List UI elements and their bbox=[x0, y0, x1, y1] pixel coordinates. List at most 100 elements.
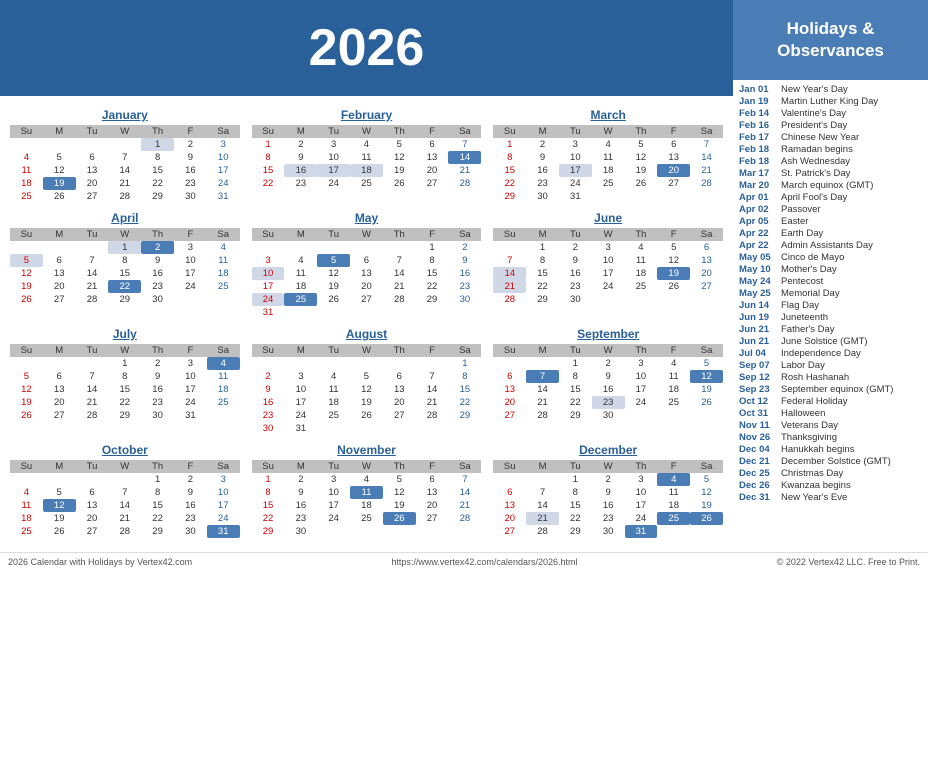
calendar-day: 26 bbox=[625, 177, 658, 190]
holiday-date: May 10 bbox=[739, 264, 777, 275]
calendar-day: 2 bbox=[174, 473, 207, 486]
calendar-day: 8 bbox=[559, 370, 592, 383]
calendar-day: 3 bbox=[207, 473, 240, 486]
calendar-day: 6 bbox=[383, 370, 416, 383]
month-title: June bbox=[493, 211, 723, 225]
calendar-day: 10 bbox=[317, 151, 350, 164]
month-block-december: DecemberSuMTuWThFSa123456789101112131415… bbox=[487, 439, 729, 542]
calendar-day: 20 bbox=[416, 499, 449, 512]
holiday-date: Mar 20 bbox=[739, 180, 777, 191]
calendar-day: 15 bbox=[526, 267, 559, 280]
calendar-day: 9 bbox=[592, 486, 625, 499]
calendar-day: 11 bbox=[350, 151, 383, 164]
calendar-day: 1 bbox=[141, 473, 174, 486]
holiday-date: Sep 12 bbox=[739, 372, 777, 383]
calendar-day: 13 bbox=[416, 151, 449, 164]
calendar-day: 14 bbox=[448, 486, 481, 499]
calendar-day: 22 bbox=[559, 396, 592, 409]
calendar-day: 24 bbox=[207, 177, 240, 190]
calendar-day: 16 bbox=[252, 396, 285, 409]
calendar-day: 25 bbox=[625, 280, 658, 293]
holiday-name: Martin Luther King Day bbox=[781, 96, 878, 107]
calendar-day: 21 bbox=[108, 177, 141, 190]
calendar-day: 13 bbox=[690, 254, 723, 267]
holiday-name: Ash Wednesday bbox=[781, 156, 850, 167]
calendar-day: 4 bbox=[350, 138, 383, 151]
calendar-day: 18 bbox=[657, 499, 690, 512]
calendar-day: 8 bbox=[416, 254, 449, 267]
calendar-day: 15 bbox=[416, 267, 449, 280]
calendar-day: 24 bbox=[284, 409, 317, 422]
holiday-date: Sep 07 bbox=[739, 360, 777, 371]
calendar-day: 26 bbox=[383, 512, 416, 525]
calendar-day: 25 bbox=[350, 177, 383, 190]
calendar-day: 8 bbox=[526, 254, 559, 267]
calendar-day: 25 bbox=[657, 396, 690, 409]
calendar-day: 15 bbox=[559, 499, 592, 512]
calendar-day: 1 bbox=[526, 241, 559, 254]
calendar-day: 24 bbox=[592, 280, 625, 293]
holiday-date: Feb 14 bbox=[739, 108, 777, 119]
calendar-day: 23 bbox=[559, 280, 592, 293]
holiday-entry: Oct 12Federal Holiday bbox=[739, 396, 922, 407]
right-column: Holidays &Observances Jan 01New Year's D… bbox=[733, 0, 928, 550]
calendar-day: 10 bbox=[559, 151, 592, 164]
calendar-day: 19 bbox=[690, 383, 723, 396]
calendar-day: 3 bbox=[174, 357, 207, 370]
calendar-day: 19 bbox=[690, 499, 723, 512]
calendar-day: 14 bbox=[76, 383, 109, 396]
calendar-day: 15 bbox=[252, 499, 285, 512]
month-title: April bbox=[10, 211, 240, 225]
calendar-day: 27 bbox=[383, 409, 416, 422]
calendar-day: 26 bbox=[10, 409, 43, 422]
calendar-day: 13 bbox=[350, 267, 383, 280]
calendar-day: 25 bbox=[350, 512, 383, 525]
calendar-section: 2026 JanuarySuMTuWThFSa12345678910111213… bbox=[0, 0, 733, 550]
month-block-october: OctoberSuMTuWThFSa1234567891011121314151… bbox=[4, 439, 246, 542]
holiday-date: Feb 18 bbox=[739, 156, 777, 167]
holiday-entry: Dec 21December Solstice (GMT) bbox=[739, 456, 922, 467]
holiday-name: Chinese New Year bbox=[781, 132, 859, 143]
calendar-day: 12 bbox=[625, 151, 658, 164]
month-block-july: JulySuMTuWThFSa1234567891011121314151617… bbox=[4, 323, 246, 439]
calendar-table: SuMTuWThFSa12345678910111213141516171819… bbox=[493, 344, 723, 422]
calendar-day: 11 bbox=[10, 499, 43, 512]
top-section: 2026 JanuarySuMTuWThFSa12345678910111213… bbox=[0, 0, 928, 550]
calendar-day: 8 bbox=[141, 486, 174, 499]
holiday-name: Veterans Day bbox=[781, 420, 838, 431]
calendar-day: 22 bbox=[252, 512, 285, 525]
calendar-day: 16 bbox=[284, 499, 317, 512]
holiday-name: St. Patrick's Day bbox=[781, 168, 850, 179]
calendar-day: 19 bbox=[10, 396, 43, 409]
holiday-entry: Feb 16President's Day bbox=[739, 120, 922, 131]
holiday-name: Thanksgiving bbox=[781, 432, 837, 443]
holiday-date: Apr 02 bbox=[739, 204, 777, 215]
calendar-day: 5 bbox=[383, 138, 416, 151]
holiday-date: Feb 18 bbox=[739, 144, 777, 155]
calendar-day: 10 bbox=[174, 370, 207, 383]
calendar-day: 3 bbox=[559, 138, 592, 151]
calendar-day: 27 bbox=[350, 293, 383, 306]
calendar-day: 30 bbox=[526, 190, 559, 203]
calendar-day: 22 bbox=[252, 177, 285, 190]
calendar-day: 17 bbox=[252, 280, 285, 293]
calendar-day: 22 bbox=[141, 512, 174, 525]
calendar-day: 2 bbox=[592, 357, 625, 370]
calendar-day: 5 bbox=[690, 473, 723, 486]
calendar-day: 2 bbox=[559, 241, 592, 254]
calendar-table: SuMTuWThFSa12345678910111213141516171819… bbox=[493, 125, 723, 203]
holiday-entry: Apr 22Earth Day bbox=[739, 228, 922, 239]
calendar-day: 4 bbox=[657, 357, 690, 370]
holiday-name: Rosh Hashanah bbox=[781, 372, 849, 383]
holiday-name: Easter bbox=[781, 216, 808, 227]
calendar-day: 28 bbox=[690, 177, 723, 190]
holiday-entry: Jan 01New Year's Day bbox=[739, 84, 922, 95]
calendar-day: 10 bbox=[625, 486, 658, 499]
calendar-day: 28 bbox=[493, 293, 526, 306]
calendar-day: 18 bbox=[657, 383, 690, 396]
calendar-table: SuMTuWThFSa12345678910111213141516171819… bbox=[252, 460, 482, 538]
calendar-day: 30 bbox=[284, 525, 317, 538]
holiday-name: Federal Holiday bbox=[781, 396, 848, 407]
calendar-day: 10 bbox=[284, 383, 317, 396]
calendar-day: 15 bbox=[141, 164, 174, 177]
